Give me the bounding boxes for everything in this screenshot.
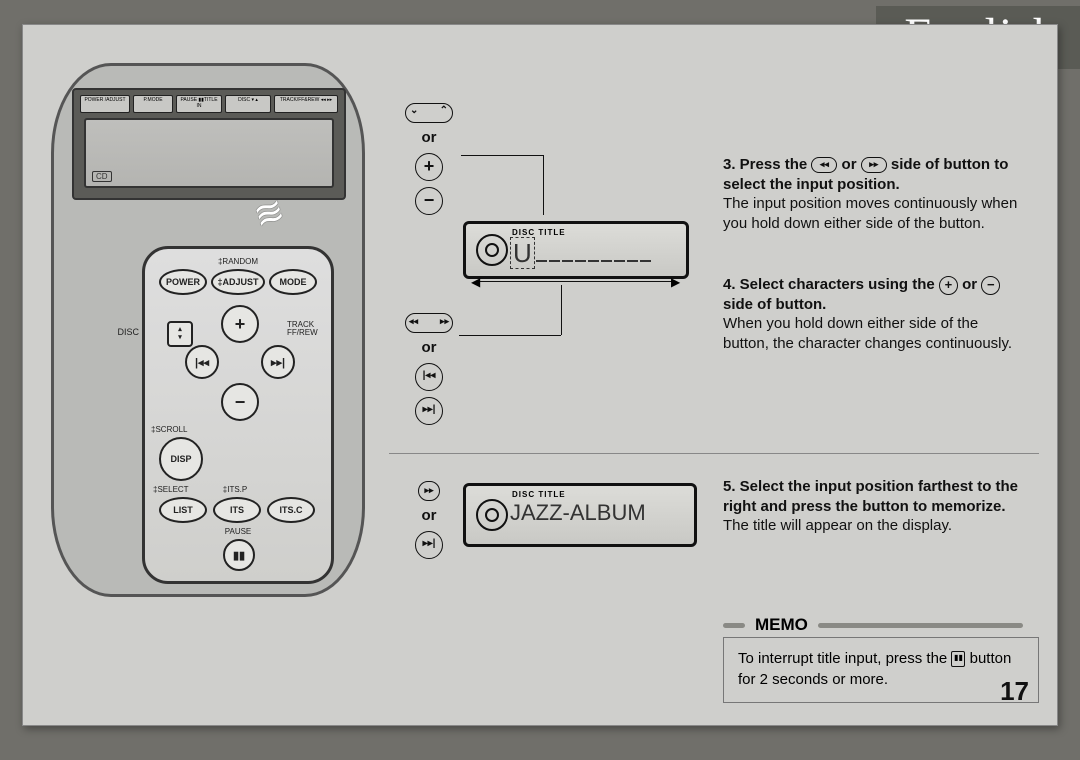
remote-btn-minus[interactable]: − xyxy=(221,383,259,421)
cd-logo-icon: CD xyxy=(92,171,112,182)
plus-inline-icon: + xyxy=(939,276,958,295)
ff-round-icon: ▸▸| xyxy=(415,531,443,559)
hardware-illustration: POWER /ADJUST P.MODE PAUSE ▮▮TITLE IN DI… xyxy=(51,63,365,597)
arrow-right-icon: ▶ xyxy=(671,275,680,289)
remote-label-pause: PAUSE xyxy=(145,527,331,536)
unit-btn-disc[interactable]: DISC ▾ ▴ xyxy=(225,95,271,113)
remote-btn-right[interactable]: ▸▸| xyxy=(261,345,295,379)
minus-icon: − xyxy=(415,187,443,215)
disc-icon xyxy=(476,234,508,266)
remote-label-scroll: ‡SCROLL xyxy=(151,425,211,434)
rew-inline-icon: ◂◂ xyxy=(811,157,837,173)
ff-icon: ▸▸| xyxy=(415,397,443,425)
lcd-char: U xyxy=(510,237,535,269)
remote-btn-disc-pad[interactable]: ▴▾ xyxy=(167,321,193,347)
step-5: 5. Select the input position farthest to… xyxy=(723,477,1023,536)
remote-label-track: TRACK FF/REW xyxy=(287,321,337,337)
disc-icon xyxy=(476,499,508,531)
unit-btn-pmode[interactable]: P.MODE xyxy=(133,95,173,113)
step-3: 3. Press the ◂◂ or ▸▸ side of button to … xyxy=(723,155,1023,233)
unit-display: CD xyxy=(84,118,334,188)
remote-btn-pause[interactable]: ▮▮ xyxy=(223,539,255,571)
range-arrow xyxy=(477,281,675,282)
rocker-vert-icon: ⌄ ⌃ xyxy=(405,103,453,123)
memo-heading: MEMO xyxy=(723,615,1023,635)
control-group-2: ◂◂ ▸▸ or |◂◂ ▸▸| xyxy=(393,311,465,428)
rocker-horiz-icon: ◂◂ ▸▸ xyxy=(405,313,453,333)
remote-control: ‡RANDOM POWER ‡ADJUST MODE DISC TRACK FF… xyxy=(142,246,334,584)
page-number: 17 xyxy=(1000,676,1029,707)
rew-icon: |◂◂ xyxy=(415,363,443,391)
control-group-1: ⌄ ⌃ or + − xyxy=(393,101,465,218)
step-4: 4. Select characters using the + or − si… xyxy=(723,275,1023,353)
remote-btn-itsc[interactable]: ITS.C xyxy=(267,497,315,523)
remote-label-disc: DISC xyxy=(79,327,139,337)
lcd-input-position: DISC TITLE U xyxy=(463,221,689,279)
memo-box: To interrupt title input, press the ▮▮ b… xyxy=(723,637,1039,703)
remote-btn-plus[interactable]: + xyxy=(221,305,259,343)
or-label: or xyxy=(393,339,465,356)
remote-btn-list[interactable]: LIST xyxy=(159,497,207,523)
ff-inline-icon: ▸▸ xyxy=(861,157,887,173)
ff-pill-icon: ▸▸ xyxy=(418,481,440,501)
remote-btn-disp[interactable]: DISP xyxy=(159,437,203,481)
lcd-text: JAZZ-ALBUM xyxy=(510,500,646,526)
remote-btn-power[interactable]: POWER xyxy=(159,269,207,295)
disc-title-tag: DISC TITLE xyxy=(512,490,566,499)
remote-label-random: ‡RANDOM xyxy=(145,257,331,266)
lcd-memorized: DISC TITLE JAZZ-ALBUM xyxy=(463,483,697,547)
unit-btn-track[interactable]: TRACK/FF&REW ◂◂ ▸▸ xyxy=(274,95,338,113)
minus-inline-icon: − xyxy=(981,276,1000,295)
or-label: or xyxy=(393,507,465,524)
remote-label-select: ‡SELECT xyxy=(153,485,203,494)
unit-btn-pause[interactable]: PAUSE ▮▮TITLE IN xyxy=(176,95,222,113)
unit-btn-power[interactable]: POWER /ADJUST xyxy=(80,95,130,113)
control-group-3: ▸▸ or ▸▸| xyxy=(393,479,465,562)
head-unit: POWER /ADJUST P.MODE PAUSE ▮▮TITLE IN DI… xyxy=(72,88,346,200)
remote-btn-mode[interactable]: MODE xyxy=(269,269,317,295)
manual-page: POWER /ADJUST P.MODE PAUSE ▮▮TITLE IN DI… xyxy=(22,24,1058,726)
remote-btn-its[interactable]: ITS xyxy=(213,497,261,523)
remote-label-itsp: ‡ITS.P xyxy=(215,485,255,494)
remote-btn-left[interactable]: |◂◂ xyxy=(185,345,219,379)
pause-inline-icon: ▮▮ xyxy=(951,651,965,667)
remote-btn-adjust[interactable]: ‡ADJUST xyxy=(211,269,265,295)
plus-icon: + xyxy=(415,153,443,181)
or-label: or xyxy=(393,129,465,146)
disc-title-tag: DISC TITLE xyxy=(512,228,566,237)
arrow-left-icon: ◀ xyxy=(471,275,480,289)
